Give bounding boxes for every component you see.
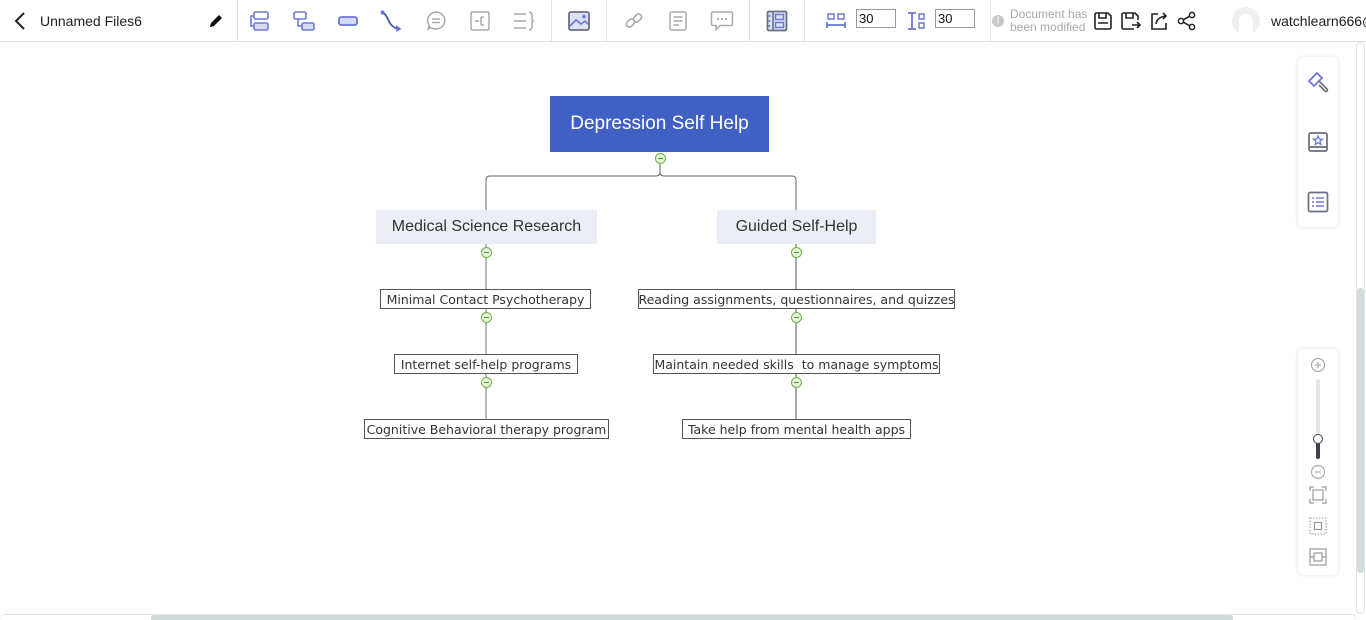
summary-icon	[514, 10, 535, 31]
save-as-button[interactable]	[1117, 0, 1145, 41]
export-button[interactable]	[1145, 0, 1173, 41]
insert-note-button[interactable]	[664, 0, 692, 41]
top-toolbar: Unnamed Files6 30 30 ! Document has been…	[0, 0, 1366, 42]
save-as-icon	[1121, 11, 1142, 30]
style-brush-icon	[1307, 71, 1329, 93]
relationship-icon	[380, 10, 402, 32]
center-icon	[1309, 548, 1327, 566]
status-text-line2: been modified	[1010, 19, 1086, 34]
user-avatar[interactable]	[1231, 0, 1261, 41]
root-topic[interactable]: Depression Self Help	[550, 96, 769, 152]
info-icon: !	[992, 14, 1004, 27]
collapse-toggle[interactable]	[655, 153, 666, 164]
horizontal-spacing-label	[822, 0, 850, 41]
boundary-button[interactable]	[466, 0, 494, 41]
subtopic[interactable]: Internet self-help programs	[394, 354, 578, 374]
outline-button[interactable]	[1306, 190, 1330, 214]
actual-size-icon	[1309, 517, 1327, 535]
theme-button[interactable]	[1306, 130, 1330, 154]
toolbar-divider	[990, 0, 991, 41]
actual-size-button[interactable]	[1306, 514, 1330, 538]
username[interactable]: watchlearn666@	[1271, 0, 1366, 41]
insert-image-button[interactable]	[565, 0, 593, 41]
save-button[interactable]	[1089, 0, 1117, 41]
horizontal-spacing-icon	[826, 12, 846, 28]
zoom-out-icon	[1310, 464, 1326, 480]
toolbar-divider	[749, 0, 750, 41]
document-status: ! Document has been modified	[992, 0, 1087, 41]
vertical-spacing-label	[902, 0, 930, 41]
vertical-scrollbar-thumb[interactable]	[1357, 288, 1364, 574]
insert-link-button[interactable]	[620, 0, 648, 41]
branch-topic[interactable]: Medical Science Research	[376, 210, 597, 244]
note-icon	[669, 10, 687, 31]
toolbar-divider	[804, 0, 805, 41]
save-icon	[1094, 11, 1112, 30]
pencil-icon	[210, 14, 222, 27]
subtopic[interactable]: Reading assignments, questionnaires, and…	[638, 289, 955, 309]
subtopic[interactable]: Take help from mental health apps	[682, 419, 911, 439]
outline-icon	[1307, 191, 1329, 213]
document-title[interactable]: Unnamed Files6	[40, 0, 142, 41]
link-icon	[625, 12, 643, 28]
horizontal-scrollbar-thumb[interactable]	[150, 615, 1234, 620]
callout-icon	[426, 10, 446, 30]
collapse-toggle[interactable]	[791, 312, 802, 323]
collapse-toggle[interactable]	[791, 377, 802, 388]
floating-topic-icon	[338, 15, 358, 26]
collapse-toggle[interactable]	[481, 377, 492, 388]
branch-topic[interactable]: Guided Self-Help	[717, 210, 876, 244]
comment-icon	[710, 10, 734, 31]
center-view-button[interactable]	[1306, 545, 1330, 569]
collapse-toggle[interactable]	[481, 247, 492, 258]
style-button[interactable]	[1306, 70, 1330, 94]
toolbar-divider	[606, 0, 607, 41]
back-icon	[14, 11, 25, 30]
layout-icon	[766, 10, 788, 31]
subtopic[interactable]: Minimal Contact Psychotherapy	[380, 289, 591, 309]
right-tool-panel	[1298, 57, 1338, 227]
zoom-in-icon	[1310, 357, 1326, 373]
status-text-line1: Document has	[1010, 6, 1088, 21]
insert-comment-button[interactable]	[708, 0, 736, 41]
horizontal-spacing-input[interactable]	[856, 9, 896, 28]
insert-parent-topic-icon	[250, 10, 269, 31]
zoom-out-button[interactable]	[1306, 460, 1330, 484]
subtopic[interactable]: Maintain needed skills to manage symptom…	[653, 354, 940, 374]
zoom-slider-thumb[interactable]	[1313, 434, 1323, 444]
theme-icon	[1308, 132, 1328, 152]
vertical-spacing-icon	[908, 11, 925, 30]
vertical-scrollbar[interactable]	[1356, 42, 1365, 614]
toolbar-divider	[237, 0, 238, 41]
export-icon	[1151, 11, 1168, 30]
avatar-icon	[1232, 6, 1260, 35]
relationship-button[interactable]	[377, 0, 405, 41]
collapse-toggle[interactable]	[791, 247, 802, 258]
floating-topic-button[interactable]	[334, 0, 362, 41]
share-button[interactable]	[1173, 0, 1201, 41]
fit-screen-icon	[1309, 486, 1327, 504]
image-icon	[568, 10, 590, 31]
layout-button[interactable]	[763, 0, 791, 41]
subtopic[interactable]: Cognitive Behavioral therapy program	[364, 419, 609, 439]
vertical-spacing-input[interactable]	[935, 9, 975, 28]
boundary-icon	[470, 10, 490, 31]
zoom-slider[interactable]	[1313, 379, 1323, 459]
horizontal-scrollbar[interactable]	[1, 614, 1356, 620]
zoom-in-button[interactable]	[1306, 353, 1330, 377]
summary-button[interactable]	[510, 0, 538, 41]
rename-button[interactable]	[206, 0, 226, 41]
insert-topic-button[interactable]	[246, 0, 274, 41]
toolbar-divider	[551, 0, 552, 41]
insert-subtopic-icon	[293, 10, 315, 31]
fit-screen-button[interactable]	[1306, 483, 1330, 507]
callout-button[interactable]	[422, 0, 450, 41]
share-icon	[1177, 11, 1196, 30]
insert-subtopic-button[interactable]	[290, 0, 318, 41]
collapse-toggle[interactable]	[481, 312, 492, 323]
zoom-panel	[1298, 349, 1338, 575]
back-button[interactable]	[8, 0, 32, 41]
